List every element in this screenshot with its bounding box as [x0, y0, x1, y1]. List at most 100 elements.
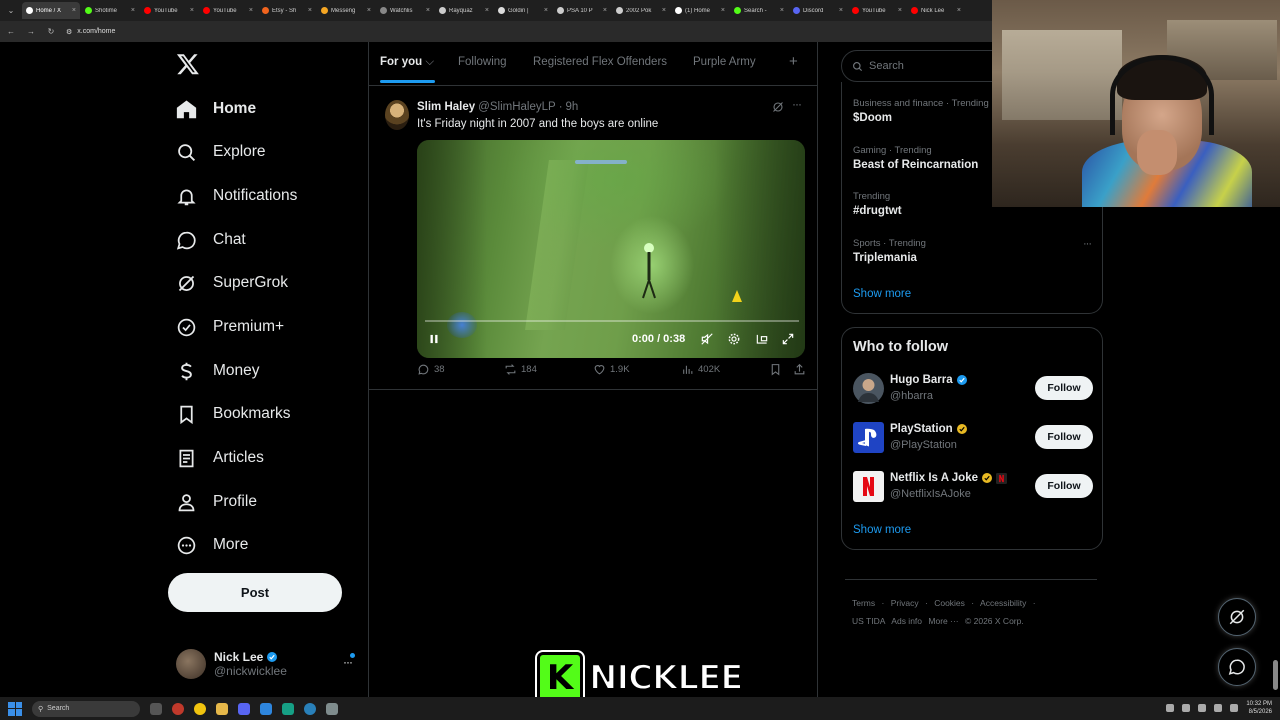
close-icon[interactable]: × [308, 7, 312, 14]
close-icon[interactable]: × [190, 7, 194, 14]
tray-icon[interactable] [1198, 704, 1207, 712]
nav-premium[interactable]: Premium+ [176, 312, 284, 342]
tab-purple-army[interactable]: Purple Army [693, 56, 756, 68]
app-icon[interactable] [172, 702, 184, 715]
url-field[interactable]: ⚙ x.com/home [66, 28, 115, 36]
tweet-author-handle[interactable]: @SlimHaleyLP [478, 101, 556, 113]
tab-for-you[interactable]: For you ⌵ [380, 56, 434, 69]
footer-link-cookies[interactable]: Cookies [934, 598, 965, 608]
tweet-timestamp[interactable]: 9h [566, 101, 579, 113]
nav-home[interactable]: Home [176, 94, 256, 124]
clock[interactable]: 10:32 PM 8/5/2026 [1246, 700, 1272, 716]
file-explorer-icon[interactable] [216, 702, 228, 715]
bookmark-button[interactable] [769, 363, 782, 376]
mute-icon[interactable] [700, 332, 714, 349]
post-button[interactable]: Post [168, 573, 342, 612]
app-icon[interactable] [282, 702, 294, 715]
video-progress-bar[interactable] [425, 320, 799, 322]
nav-bookmarks[interactable]: Bookmarks [176, 399, 291, 429]
settings-icon[interactable] [727, 332, 741, 349]
trend-more-icon[interactable]: ··· [1083, 238, 1092, 250]
close-icon[interactable]: × [426, 7, 430, 14]
browser-tab[interactable]: Search - × [730, 2, 788, 19]
close-icon[interactable]: × [72, 7, 76, 14]
footer-link-terms[interactable]: Terms [852, 598, 875, 608]
reply-button[interactable]: 38 [417, 363, 445, 376]
nav-money[interactable]: Money [176, 356, 260, 386]
browser-tab[interactable]: Goldin | × [494, 2, 552, 19]
browser-tab[interactable]: Home / X × [22, 2, 80, 19]
views-button[interactable]: 402K [681, 363, 720, 376]
browser-tab[interactable]: YouTube × [848, 2, 906, 19]
nav-supergrok[interactable]: SuperGrok [176, 268, 288, 298]
tray-icon[interactable] [1182, 704, 1191, 712]
browser-tab[interactable]: Rayquaz × [435, 2, 493, 19]
footer-link-more[interactable]: More ··· [928, 616, 958, 626]
tab-search-button[interactable]: ⌄ [0, 0, 22, 21]
share-button[interactable] [793, 363, 806, 376]
browser-tab[interactable]: 2002 Pok × [612, 2, 670, 19]
tab-following[interactable]: Following [458, 56, 507, 68]
taskbar-search[interactable]: ⚲ Search [32, 700, 140, 717]
windows-start-icon[interactable] [8, 701, 22, 716]
close-icon[interactable]: × [367, 7, 371, 14]
scrollbar[interactable] [1273, 660, 1278, 690]
back-icon[interactable]: ← [6, 27, 16, 36]
close-icon[interactable]: × [603, 7, 607, 14]
like-button[interactable]: 1.9K [593, 363, 630, 376]
repost-button[interactable]: 184 [504, 363, 537, 376]
close-icon[interactable]: × [662, 7, 666, 14]
browser-tab[interactable]: Watchlis × [376, 2, 434, 19]
close-icon[interactable]: × [544, 7, 548, 14]
close-icon[interactable]: × [839, 7, 843, 14]
edge-icon[interactable] [304, 702, 316, 715]
avatar[interactable] [385, 100, 409, 130]
nav-profile[interactable]: Profile [176, 487, 257, 517]
site-info-icon[interactable]: ⚙ [66, 28, 72, 36]
trend-item[interactable]: Sports · Trending Triplemania ··· [853, 238, 1093, 264]
browser-tab[interactable]: Messeng × [317, 2, 375, 19]
volume-icon[interactable] [1230, 704, 1239, 712]
nav-chat[interactable]: Chat [176, 225, 246, 255]
footer-link-accessibility[interactable]: Accessibility [980, 598, 1026, 608]
close-icon[interactable]: × [485, 7, 489, 14]
grok-icon[interactable] [772, 101, 784, 113]
follow-button[interactable]: Follow [1035, 425, 1093, 449]
nav-notifications[interactable]: Notifications [176, 181, 297, 211]
who-to-follow-show-more-link[interactable]: Show more [853, 524, 911, 536]
add-tab-icon[interactable]: + [789, 53, 798, 70]
follow-button[interactable]: Follow [1035, 474, 1093, 498]
pause-icon[interactable] [427, 332, 441, 349]
browser-tab[interactable]: (1) Home × [671, 2, 729, 19]
footer-link-privacy[interactable]: Privacy [891, 598, 919, 608]
close-icon[interactable]: × [131, 7, 135, 14]
reload-icon[interactable]: ↻ [46, 27, 56, 36]
picture-in-picture-icon[interactable] [755, 332, 769, 349]
grok-floating-button[interactable] [1218, 598, 1256, 636]
browser-tab[interactable]: PSA 10 P × [553, 2, 611, 19]
browser-tab[interactable]: Etsy - Sh × [258, 2, 316, 19]
nav-more[interactable]: More [176, 530, 248, 560]
close-icon[interactable]: × [721, 7, 725, 14]
follow-button[interactable]: Follow [1035, 376, 1093, 400]
wifi-icon[interactable] [1214, 704, 1223, 712]
tweet-author-name[interactable]: Slim Haley [417, 101, 475, 113]
tray-icon[interactable] [1166, 704, 1175, 712]
fullscreen-icon[interactable] [781, 332, 795, 349]
browser-tab[interactable]: YouTube × [199, 2, 257, 19]
follow-suggestion[interactable]: PlayStation @PlayStation Follow [853, 421, 1093, 455]
tweet-more-icon[interactable]: ··· [792, 97, 802, 111]
account-switcher[interactable]: Nick Lee @nickwicklee ··· [176, 645, 358, 683]
app-icon[interactable] [260, 702, 272, 715]
close-icon[interactable]: × [249, 7, 253, 14]
tab-registered-flex-offenders[interactable]: Registered Flex Offenders [533, 56, 667, 68]
footer-link-us-tida[interactable]: US TIDA [852, 616, 885, 626]
nav-explore[interactable]: Explore [176, 137, 266, 167]
x-logo-icon[interactable] [176, 52, 200, 76]
app-icon[interactable] [326, 702, 338, 715]
follow-suggestion[interactable]: Hugo Barra @hbarra Follow [853, 372, 1093, 406]
browser-tab[interactable]: Discord × [789, 2, 847, 19]
forward-icon[interactable]: → [26, 27, 36, 36]
browser-tab[interactable]: Nick Lee × [907, 2, 965, 19]
close-icon[interactable]: × [780, 7, 784, 14]
